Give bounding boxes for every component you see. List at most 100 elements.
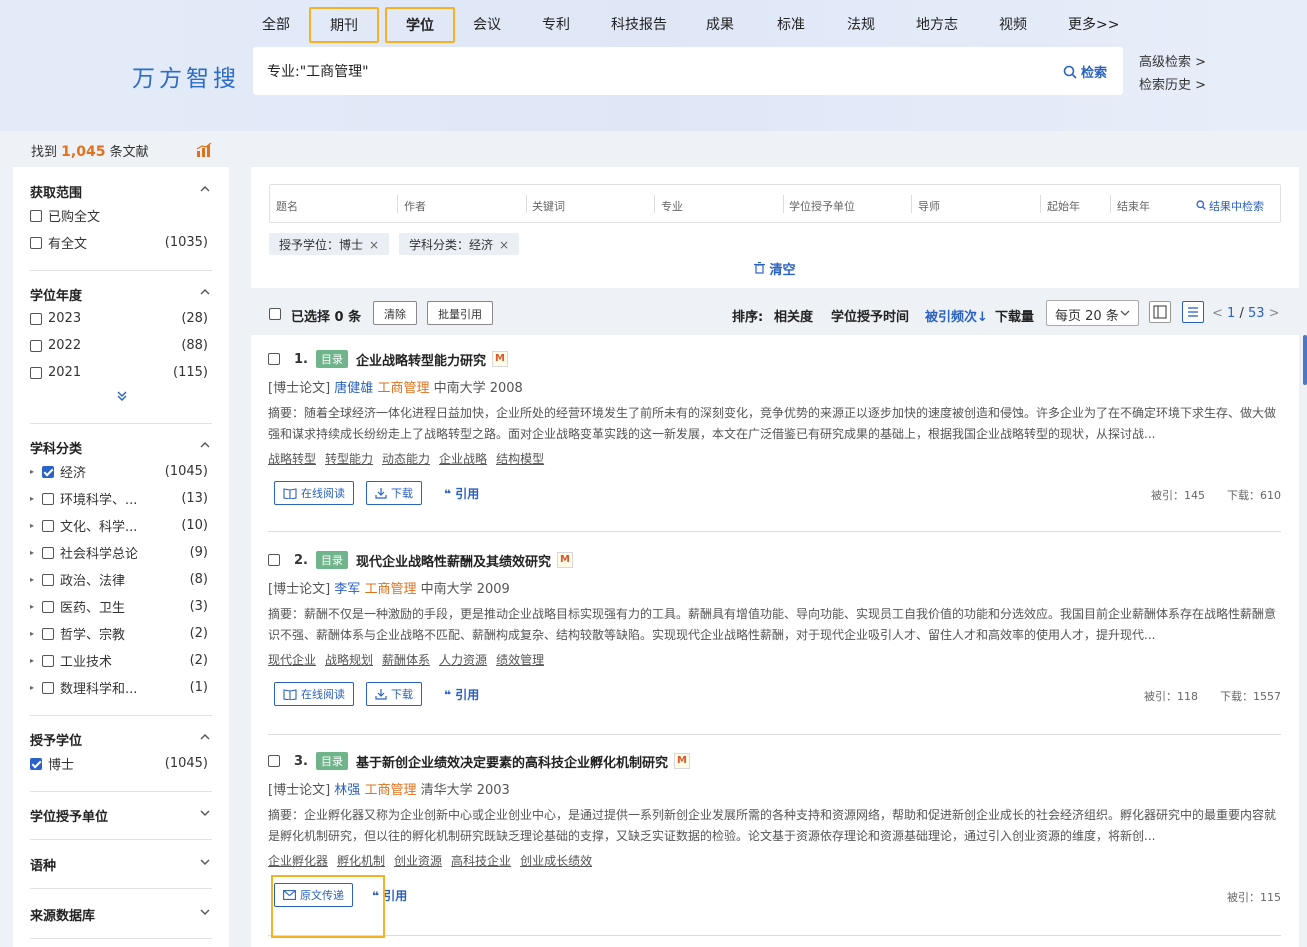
- field-major[interactable]: 专业: [657, 198, 683, 214]
- nav-patent[interactable]: 专利: [542, 14, 570, 34]
- close-icon[interactable]: ×: [369, 238, 379, 252]
- keyword-link[interactable]: 转型能力: [325, 452, 373, 466]
- field-end-year[interactable]: 结束年: [1113, 198, 1150, 214]
- facet-option[interactable]: 博士 (1045): [30, 750, 212, 777]
- read-online-button[interactable]: 在线阅读: [274, 682, 354, 706]
- nav-tech-report[interactable]: 科技报告: [611, 14, 667, 34]
- field-author[interactable]: 作者: [400, 198, 426, 214]
- chevron-up-icon[interactable]: [200, 440, 210, 450]
- cite-button[interactable]: ❝ 引用: [444, 485, 479, 502]
- facet-option[interactable]: ▸ 社会科学总论 (9): [30, 539, 212, 566]
- toc-badge[interactable]: 目录: [315, 350, 348, 368]
- result-author[interactable]: 林强: [334, 783, 360, 798]
- batch-cite-button[interactable]: 批量引用: [427, 301, 493, 325]
- sort-degree-time[interactable]: 学位授予时间: [831, 306, 909, 325]
- keyword-link[interactable]: 创业资源: [394, 854, 442, 868]
- read-online-button[interactable]: 在线阅读: [274, 481, 354, 505]
- expand-more-icon[interactable]: [116, 390, 128, 402]
- cite-button[interactable]: ❝ 引用: [444, 686, 479, 703]
- chevron-up-icon[interactable]: [200, 287, 210, 297]
- chevron-up-icon[interactable]: [200, 184, 210, 194]
- expand-triangle-icon[interactable]: ▸: [30, 548, 38, 557]
- sort-citations[interactable]: 被引频次↓: [925, 306, 988, 325]
- keyword-link[interactable]: 孵化机制: [337, 854, 385, 868]
- checkbox[interactable]: [42, 519, 54, 532]
- result-title[interactable]: 现代企业战略性薪酬及其绩效研究: [356, 551, 551, 570]
- keyword-link[interactable]: 战略转型: [268, 452, 316, 466]
- result-checkbox[interactable]: [268, 755, 280, 767]
- search-button[interactable]: 检索: [1063, 62, 1107, 81]
- facet-option[interactable]: ▸ 哲学、宗教 (2): [30, 620, 212, 647]
- keyword-link[interactable]: 动态能力: [382, 452, 430, 466]
- expand-triangle-icon[interactable]: ▸: [30, 575, 38, 584]
- keyword-link[interactable]: 结构模型: [496, 452, 544, 466]
- checkbox[interactable]: [42, 627, 54, 640]
- facet-option[interactable]: ▸ 数理科学和... (1): [30, 674, 212, 701]
- result-major[interactable]: 工商管理: [364, 783, 416, 798]
- nav-local-chronicle[interactable]: 地方志: [916, 14, 958, 34]
- facet-option[interactable]: ▸ 经济 (1045): [30, 458, 212, 485]
- result-title[interactable]: 基于新创企业绩效决定要素的高科技企业孵化机制研究: [356, 752, 668, 771]
- facet-option[interactable]: ▸ 政治、法律 (8): [30, 566, 212, 593]
- result-title[interactable]: 企业战略转型能力研究: [356, 350, 486, 369]
- result-author[interactable]: 唐健雄: [334, 381, 373, 396]
- expand-triangle-icon[interactable]: ▸: [30, 521, 38, 530]
- facet-scope-title[interactable]: 获取范围: [30, 182, 212, 202]
- checkbox[interactable]: [42, 492, 54, 505]
- nav-journal[interactable]: 期刊: [309, 7, 379, 43]
- facet-option[interactable]: ▸ 工业技术 (2): [30, 647, 212, 674]
- checkbox[interactable]: [42, 465, 54, 478]
- clear-filters-button[interactable]: 清空: [754, 259, 796, 278]
- nav-conference[interactable]: 会议: [473, 14, 501, 34]
- logo[interactable]: 万方智搜: [132, 59, 240, 93]
- keyword-link[interactable]: 创业成长绩效: [520, 854, 592, 868]
- facet-option[interactable]: ▸ 文化、科学... (10): [30, 512, 212, 539]
- checkbox[interactable]: [42, 654, 54, 667]
- keyword-link[interactable]: 薪酬体系: [382, 653, 430, 667]
- facet-option[interactable]: 有全文 (1035): [30, 229, 212, 256]
- field-title[interactable]: 题名: [272, 198, 298, 214]
- nav-degree[interactable]: 学位: [385, 7, 455, 43]
- next-page-icon[interactable]: >: [1269, 306, 1280, 321]
- checkbox[interactable]: [30, 312, 42, 325]
- field-institution[interactable]: 学位授予单位: [785, 198, 855, 214]
- facet-year-title[interactable]: 学位年度: [30, 285, 212, 305]
- result-major[interactable]: 工商管理: [377, 381, 429, 396]
- sort-downloads[interactable]: 下载量: [995, 306, 1034, 325]
- checkbox[interactable]: [30, 209, 42, 222]
- facet-subject-title[interactable]: 学科分类: [30, 438, 212, 458]
- expand-triangle-icon[interactable]: ▸: [30, 629, 38, 638]
- facet-language-title[interactable]: 语种: [30, 855, 212, 875]
- nav-standard[interactable]: 标准: [777, 14, 805, 34]
- advanced-search-link[interactable]: 高级检索 >: [1139, 51, 1206, 70]
- nav-achievement[interactable]: 成果: [706, 14, 734, 34]
- keyword-link[interactable]: 企业战略: [439, 452, 487, 466]
- chevron-up-icon[interactable]: [200, 732, 210, 742]
- expand-triangle-icon[interactable]: ▸: [30, 494, 38, 503]
- expand-triangle-icon[interactable]: ▸: [30, 602, 38, 611]
- download-button[interactable]: 下载: [366, 481, 422, 505]
- scrollbar[interactable]: [1303, 335, 1307, 385]
- field-keyword[interactable]: 关键词: [528, 198, 565, 214]
- checkbox[interactable]: [42, 681, 54, 694]
- facet-degree-title[interactable]: 授予学位: [30, 730, 212, 750]
- facet-option[interactable]: 2021 (115): [30, 359, 212, 386]
- expand-triangle-icon[interactable]: ▸: [30, 656, 38, 665]
- mindmap-icon[interactable]: M: [557, 552, 573, 568]
- facet-option[interactable]: ▸ 医药、卫生 (3): [30, 593, 212, 620]
- checkbox[interactable]: [30, 366, 42, 379]
- result-major[interactable]: 工商管理: [364, 582, 416, 597]
- checkbox[interactable]: [30, 757, 42, 770]
- chevron-down-icon[interactable]: [200, 808, 210, 818]
- nav-video[interactable]: 视频: [999, 14, 1027, 34]
- result-author[interactable]: 李军: [334, 582, 360, 597]
- chevron-down-icon[interactable]: [200, 907, 210, 917]
- nav-more[interactable]: 更多>>: [1068, 14, 1119, 34]
- mindmap-icon[interactable]: M: [492, 351, 508, 367]
- checkbox[interactable]: [30, 236, 42, 249]
- prev-page-icon[interactable]: <: [1212, 306, 1223, 321]
- nav-all[interactable]: 全部: [262, 14, 290, 34]
- download-button[interactable]: 下载: [366, 682, 422, 706]
- facet-option[interactable]: 已购全文: [30, 202, 212, 229]
- facet-option[interactable]: 2022 (88): [30, 332, 212, 359]
